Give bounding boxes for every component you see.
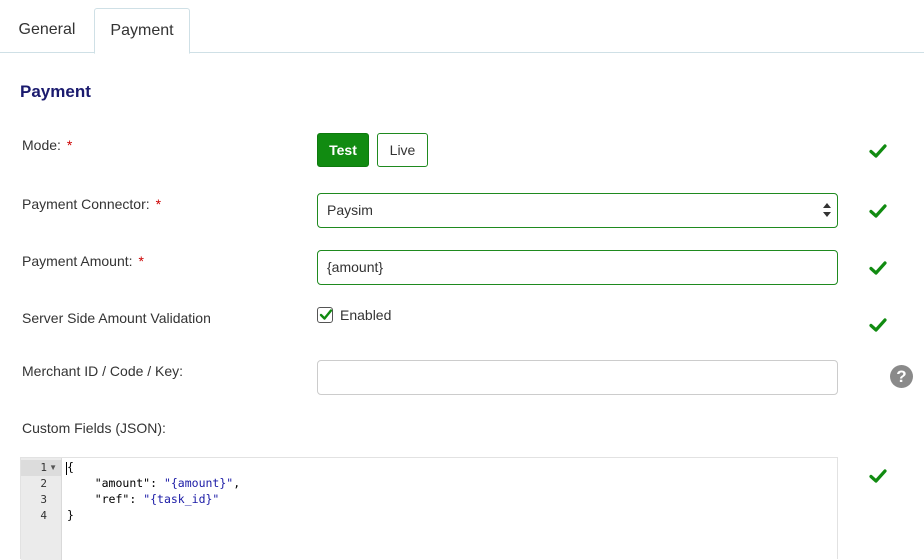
amount-label: Payment Amount: * (22, 253, 144, 269)
merchant-id-input[interactable] (317, 360, 838, 395)
server-validation-checkbox-label[interactable]: Enabled (340, 307, 391, 323)
required-marker: * (155, 196, 162, 212)
line-number: 2 (40, 477, 47, 490)
amount-check-icon (869, 261, 887, 275)
server-validation-label: Server Side Amount Validation (22, 310, 211, 326)
mode-check-icon (869, 144, 887, 158)
fold-arrow-icon[interactable]: ▼ (49, 463, 57, 472)
editor-gutter: 1 ▼ 2 3 4 (21, 458, 62, 560)
mode-live-button[interactable]: Live (377, 133, 428, 167)
required-marker: * (66, 137, 73, 153)
tab-payment[interactable]: Payment (94, 8, 190, 54)
merchant-label: Merchant ID / Code / Key: (22, 363, 184, 379)
required-marker: * (138, 253, 144, 269)
connector-check-icon (869, 204, 887, 218)
payment-amount-input[interactable]: {amount} (317, 250, 838, 285)
line-number: 1 (40, 461, 47, 474)
mode-label: Mode: * (22, 137, 73, 153)
json-code-editor[interactable]: 1 ▼ 2 3 4 { "amount": "{amount}", "ref":… (20, 457, 838, 560)
custom-fields-label: Custom Fields (JSON): (22, 420, 166, 436)
line-number: 3 (40, 493, 47, 506)
question-circle-icon[interactable]: ? (890, 365, 913, 388)
payment-connector-select[interactable]: Paysim (317, 193, 838, 228)
mode-test-button[interactable]: Test (317, 133, 369, 167)
custom-fields-check-icon (869, 469, 887, 483)
server-validation-checkbox[interactable] (317, 307, 333, 323)
server-validation-check-icon (869, 318, 887, 332)
code-line: } (67, 508, 74, 522)
line-number: 4 (40, 509, 47, 522)
payment-connector-value: Paysim (327, 202, 373, 218)
code-line: { (67, 460, 74, 474)
tab-bar: General Payment (0, 0, 924, 54)
section-title: Payment (20, 82, 91, 101)
checkbox-check-icon (319, 309, 333, 320)
connector-label: Payment Connector: * (22, 196, 162, 212)
code-line: "amount": "{amount}", (94, 476, 241, 490)
code-line: "ref": "{task_id}" (94, 492, 220, 506)
tab-general[interactable]: General (0, 8, 94, 52)
select-arrows-icon (823, 203, 831, 219)
